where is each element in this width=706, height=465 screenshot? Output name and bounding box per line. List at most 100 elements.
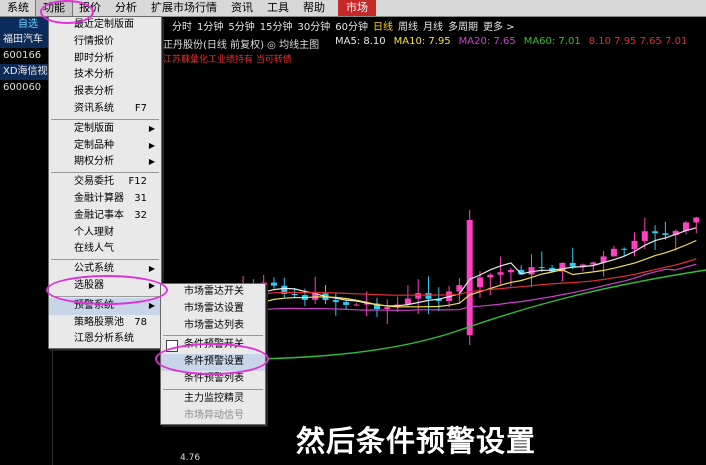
function-menu-item[interactable]: 报表分析 <box>49 84 161 101</box>
function-menu-item-label: 金融记事本 <box>74 209 124 221</box>
function-menu-item[interactable]: 定制品种 ▶ <box>49 138 161 155</box>
function-menu-item-label: 期权分析 <box>74 156 114 168</box>
warning-submenu-item-label: 市场雷达列表 <box>184 319 244 331</box>
function-menu-item[interactable]: 交易委托 F12 <box>49 174 161 191</box>
warning-submenu-item[interactable]: 市场雷达开关 <box>161 284 265 301</box>
ma-legend-item: MA5: 8.10 <box>335 36 386 47</box>
warning-submenu-item-label: 市场雷达设置 <box>184 302 244 314</box>
function-menu-item[interactable]: 金融计算器 31 <box>49 191 161 208</box>
period-tab[interactable]: 多周期 <box>448 18 478 33</box>
menu-separator <box>51 172 159 174</box>
ma-legend: MA5: 8.10 MA10: 7.95 MA20: 7.65 MA60: 7.01 8… <box>335 36 687 47</box>
checkbox-icon[interactable] <box>166 340 178 353</box>
menu-3[interactable]: 分析 <box>108 0 144 16</box>
function-menu-item[interactable]: 技术分析 <box>49 67 161 84</box>
submenu-arrow-icon: ▶ <box>148 300 155 310</box>
warning-submenu-item[interactable]: 条件预警列表 <box>161 371 265 388</box>
function-menu-item[interactable]: 金融记事本 32 <box>49 208 161 225</box>
menu-0[interactable]: 系统 <box>0 0 36 16</box>
function-menu-item[interactable]: 在线人气 <box>49 241 161 258</box>
function-menu-item[interactable]: 资讯系统 F7 <box>49 101 161 118</box>
warning-submenu-item-label: 条件预警列表 <box>184 372 244 384</box>
period-tab[interactable]: 5分钟 <box>228 18 254 33</box>
candle-body <box>621 248 628 250</box>
period-tab[interactable]: 60分钟 <box>335 18 368 33</box>
candle-body <box>271 282 277 286</box>
low-price-label: 4.76 <box>180 453 200 463</box>
function-menu-item-label: 个人理财 <box>74 226 114 238</box>
menu-2[interactable]: 报价 <box>72 0 108 16</box>
period-bar: 分时 1分钟 5分钟 15分钟 30分钟 60分钟 日线 周线 月线 多周期 更多 > <box>172 18 515 33</box>
warning-submenu-item[interactable]: 条件预警设置 <box>161 354 265 371</box>
candle-body <box>477 277 483 288</box>
ma-legend-item: MA10: 7.95 <box>393 36 451 47</box>
warning-submenu-item[interactable]: 主力监控精灵 <box>161 391 265 408</box>
function-menu-item[interactable]: 即时分析 <box>49 51 161 68</box>
candle-body <box>610 248 617 257</box>
stock-list-header[interactable]: 自选 <box>0 17 52 32</box>
warning-submenu-item-label: 市场异动信号 <box>184 409 244 421</box>
function-menu-item-label: 预警系统 <box>74 299 114 311</box>
function-menu-item[interactable]: 行情报价 <box>49 34 161 51</box>
period-tab[interactable]: 月线 <box>423 18 443 33</box>
shortcut-label: 78 <box>134 316 147 328</box>
stock-name[interactable]: XD海信视 <box>0 64 52 80</box>
function-menu-item[interactable]: 个人理财 <box>49 225 161 242</box>
function-menu-item[interactable]: 江恩分析系统 <box>49 331 161 348</box>
submenu-arrow-icon: ▶ <box>148 140 155 150</box>
candle-body <box>343 302 350 305</box>
warning-submenu-item: 市场异动信号 <box>161 408 265 425</box>
stock-code[interactable]: 600060 <box>0 80 52 96</box>
menu-1[interactable]: 功能 <box>35 0 73 17</box>
function-menu-item-label: 定制品种 <box>74 139 114 151</box>
submenu-arrow-icon: ▶ <box>148 280 155 290</box>
menu-separator <box>51 118 159 120</box>
candle-body <box>291 293 298 296</box>
market-tab[interactable]: 市场 <box>338 0 376 16</box>
ma-legend-item: 8.10 7.95 7.65 7.01 <box>588 36 688 47</box>
period-tab[interactable]: 30分钟 <box>297 18 330 33</box>
shortcut-label: 32 <box>134 209 147 221</box>
candle-body <box>487 274 494 278</box>
function-menu-item-label: 策略股票池 <box>74 316 124 328</box>
function-menu-item[interactable]: 预警系统 ▶ <box>49 297 161 315</box>
period-tab[interactable]: 更多 > <box>483 18 515 33</box>
function-menu-item[interactable]: 选股器 ▶ <box>49 278 161 295</box>
menu-6[interactable]: 工具 <box>260 0 296 16</box>
candle-body <box>384 307 391 310</box>
function-menu-item[interactable]: 策略股票池 78 <box>49 315 161 332</box>
warning-submenu-item[interactable]: 市场雷达列表 <box>161 318 265 335</box>
period-tab[interactable]: 周线 <box>398 18 418 33</box>
menubar: 系统 功能 报价 分析 扩展市场行情 资讯 工具 帮助 市场 <box>0 0 706 17</box>
function-menu-item-label: 江恩分析系统 <box>74 333 134 345</box>
period-tab[interactable]: 1分钟 <box>197 18 223 33</box>
warning-submenu-item[interactable]: 条件预警开关 <box>161 337 265 354</box>
submenu-arrow-icon: ▶ <box>148 123 155 133</box>
stock-code[interactable]: 600166 <box>0 48 52 64</box>
menu-4[interactable]: 扩展市场行情 <box>144 0 224 16</box>
candle-body <box>569 262 576 267</box>
candle-body <box>332 300 339 303</box>
function-menu-item-label: 交易委托 <box>74 176 114 188</box>
menu-7[interactable]: 帮助 <box>296 0 332 16</box>
menu-5[interactable]: 资讯 <box>224 0 260 16</box>
function-menu-item[interactable]: 公式系统 ▶ <box>49 261 161 278</box>
stock-name[interactable]: 福田汽车 <box>0 32 52 48</box>
function-menu-item[interactable]: 最近定制版面 <box>49 17 161 34</box>
function-menu-item[interactable]: 期权分析 ▶ <box>49 154 161 171</box>
function-menu-item-label: 在线人气 <box>74 243 114 255</box>
candle-body <box>590 262 597 265</box>
period-tab[interactable]: 分时 <box>172 18 192 33</box>
menu-separator <box>163 388 263 390</box>
period-tab[interactable]: 日线 <box>373 18 393 33</box>
candle-body <box>425 293 432 299</box>
candle-body <box>466 220 473 335</box>
candle-body <box>631 240 638 249</box>
shortcut-label: 31 <box>134 192 147 204</box>
function-menu-item[interactable]: 定制版面 ▶ <box>49 121 161 138</box>
menu-separator <box>51 259 159 261</box>
warning-submenu-item[interactable]: 市场雷达设置 <box>161 301 265 318</box>
function-menu-item-label: 公式系统 <box>74 263 114 275</box>
period-tab[interactable]: 15分钟 <box>260 18 293 33</box>
ma-legend-item: MA60: 7.01 <box>523 36 581 47</box>
